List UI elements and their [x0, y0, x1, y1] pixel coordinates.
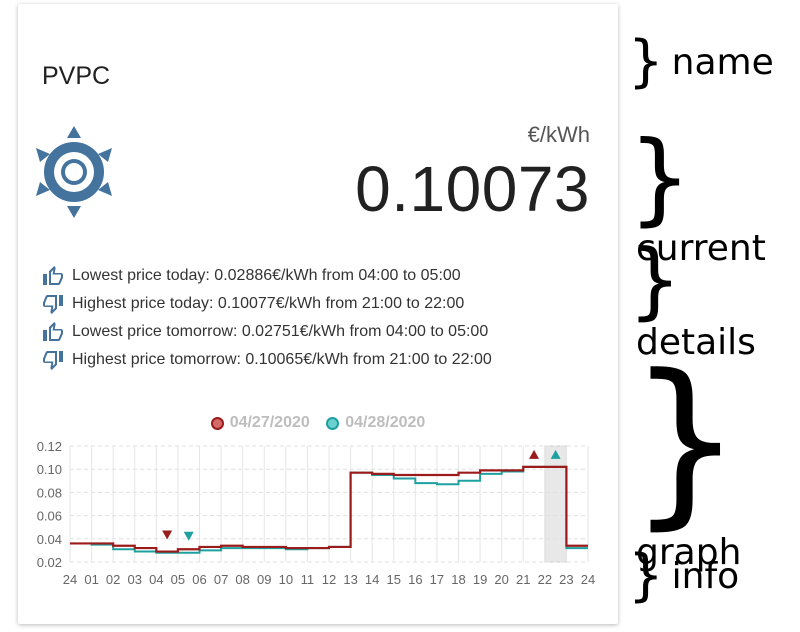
- max-price-marker: [529, 449, 540, 459]
- brace-icon: }: [628, 231, 682, 329]
- x-tick-label: 20: [494, 572, 508, 587]
- detail-text: Highest price today: 0.10077€/kWh from 2…: [72, 295, 465, 312]
- x-tick-label: 11: [301, 572, 315, 587]
- x-tick-label: 24: [581, 572, 595, 587]
- unit-label: €/kWh: [527, 122, 590, 147]
- chart-legend: 04/27/2020 04/28/2020: [18, 414, 618, 435]
- current-price: 0.10073: [355, 153, 590, 225]
- detail-lowest-today: Lowest price today: 0.02886€/kWh from 04…: [40, 262, 492, 290]
- x-tick-label: 14: [365, 572, 379, 587]
- detail-highest-tomorrow: Highest price tomorrow: 0.10065€/kWh fro…: [40, 346, 492, 374]
- x-tick-label: 07: [214, 572, 228, 587]
- x-tick-label: 16: [408, 572, 422, 587]
- legend-label: 04/27/2020: [229, 414, 310, 431]
- x-tick-label: 21: [516, 572, 530, 587]
- x-tick-label: 10: [279, 572, 293, 587]
- y-tick-label: 0.02: [37, 555, 62, 570]
- detail-lowest-tomorrow: Lowest price tomorrow: 0.02751€/kWh from…: [40, 318, 492, 346]
- brace-icon: }: [628, 543, 664, 608]
- x-tick-label: 04: [149, 572, 163, 587]
- x-tick-label: 01: [84, 572, 98, 587]
- y-tick-label: 0.04: [37, 532, 62, 547]
- x-tick-label: 12: [322, 572, 336, 587]
- x-tick-label: 03: [128, 572, 142, 587]
- thumb-up-icon: [43, 322, 63, 341]
- legend-dot-tomorrow: [326, 416, 340, 430]
- min-price-marker: [183, 531, 194, 541]
- thumb-up-icon: [43, 266, 63, 285]
- thumb-down-icon: [43, 295, 63, 314]
- x-tick-label: 15: [387, 572, 401, 587]
- annotation-graph: }graph: [628, 337, 743, 574]
- y-tick-label: 0.08: [37, 485, 62, 500]
- y-tick-label: 0.06: [37, 509, 62, 524]
- details-list: Lowest price today: 0.02886€/kWh from 04…: [40, 262, 492, 374]
- detail-text: Lowest price today: 0.02886€/kWh from 04…: [72, 267, 461, 284]
- x-tick-label: 02: [106, 572, 120, 587]
- detail-text: Highest price tomorrow: 0.10065€/kWh fro…: [72, 351, 492, 368]
- x-tick-label: 24: [63, 572, 77, 587]
- legend-item-today[interactable]: 04/27/2020: [210, 414, 310, 432]
- brace-icon: }: [628, 119, 692, 236]
- thumb-down-icon: [43, 351, 63, 370]
- legend-dot-today: [210, 416, 224, 430]
- y-tick-label: 0.12: [37, 439, 62, 454]
- x-tick-label: 23: [559, 572, 573, 587]
- x-tick-label: 18: [451, 572, 465, 587]
- annotation-info: } info: [628, 543, 740, 608]
- detail-highest-today: Highest price today: 0.10077€/kWh from 2…: [40, 290, 492, 318]
- x-tick-label: 22: [538, 572, 552, 587]
- legend-label: 04/28/2020: [345, 414, 426, 431]
- detail-text: Lowest price tomorrow: 0.02751€/kWh from…: [72, 323, 489, 340]
- brace-icon: }: [628, 29, 664, 94]
- y-tick-label: 0.10: [37, 462, 62, 477]
- x-tick-label: 05: [171, 572, 185, 587]
- annotation-name: } name: [628, 29, 774, 94]
- brace-icon: }: [628, 337, 743, 546]
- x-tick-label: 09: [257, 572, 271, 587]
- legend-item-tomorrow[interactable]: 04/28/2020: [326, 414, 425, 432]
- x-tick-label: 17: [430, 572, 444, 587]
- min-price-marker: [162, 530, 173, 540]
- x-tick-label: 13: [343, 572, 357, 587]
- current-hour-band: [544, 445, 567, 563]
- sun-icon: [36, 126, 112, 218]
- price-chart[interactable]: 0.120.100.080.060.040.0224 01 02 03 04 05 06 07…: [18, 434, 618, 604]
- x-tick-label: 06: [192, 572, 206, 587]
- card-name: PVPC: [42, 62, 111, 90]
- x-tick-label: 08: [235, 572, 249, 587]
- x-tick-label: 19: [473, 572, 487, 587]
- pvpc-card: PVPC €/kWh 0.10073 Lowest price today: 0…: [18, 4, 618, 624]
